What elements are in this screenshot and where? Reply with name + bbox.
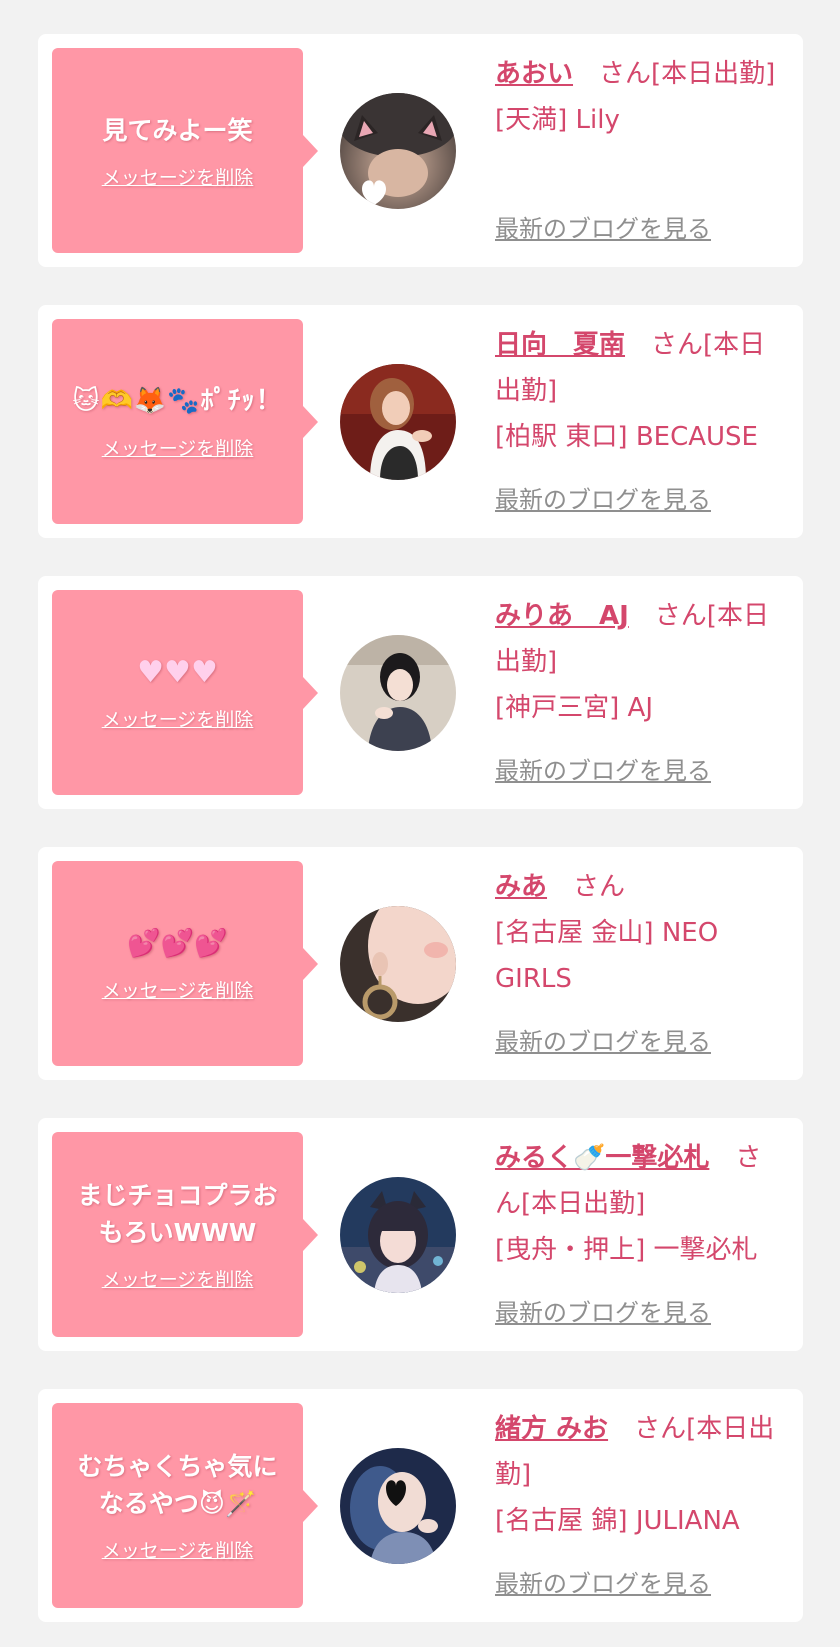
delete-message-link[interactable]: メッセージを削除 — [102, 976, 254, 1003]
latest-blog-link[interactable]: 最新のブログを見る — [495, 1293, 711, 1328]
message-bubble: まじチョコプラおもろいWWW メッセージを削除 — [52, 1132, 318, 1337]
girl-name-link[interactable]: 日向 夏南 — [495, 330, 625, 360]
shop-name: [名古屋 錦] JULIANA — [495, 1506, 740, 1536]
message-bubble: 💕💕💕 メッセージを削除 — [52, 861, 318, 1066]
message-text: 見てみよー笑 — [102, 115, 253, 145]
girl-info: みるく🍼一撃必札 さん[本日出勤] [曳舟・押上] 一撃必札 — [495, 1135, 785, 1273]
girl-name-link[interactable]: みあ — [495, 872, 547, 902]
girl-info: みあ さん [名古屋 金山] NEO GIRLS — [495, 864, 785, 1002]
girl-name-link[interactable]: みるく🍼一撃必札 — [495, 1143, 709, 1173]
message-card: ♥♥♥ メッセージを削除 みりあ AJ さん[本日出勤] [神戸三宮] AJ 最… — [38, 576, 803, 809]
message-text: むちゃくちゃ気になるやつ😈🪄 — [77, 1452, 278, 1518]
girl-info: 緒方 みお さん[本日出勤] [名古屋 錦] JULIANA — [495, 1406, 785, 1544]
latest-blog-link[interactable]: 最新のブログを見る — [495, 209, 711, 244]
shop-name: [曳舟・押上] 一撃必札 — [495, 1235, 758, 1265]
delete-message-link[interactable]: メッセージを削除 — [102, 1265, 254, 1292]
avatar[interactable] — [340, 906, 456, 1022]
delete-message-link[interactable]: メッセージを削除 — [102, 705, 254, 732]
message-card: まじチョコプラおもろいWWW メッセージを削除 みるく� — [38, 1118, 803, 1351]
message-bubble: むちゃくちゃ気になるやつ😈🪄 メッセージを削除 — [52, 1403, 318, 1608]
girl-info: 日向 夏南 さん[本日出勤] [柏駅 東口] BECAUSE — [495, 322, 785, 460]
message-bubble: 🐱🫶🦊🐾ﾎﾟﾁｯ！ メッセージを削除 — [52, 319, 318, 524]
delete-message-link[interactable]: メッセージを削除 — [102, 1536, 254, 1563]
shop-name: [柏駅 東口] BECAUSE — [495, 422, 758, 452]
latest-blog-link[interactable]: 最新のブログを見る — [495, 751, 711, 786]
message-card: むちゃくちゃ気になるやつ😈🪄 メッセージを削除 緒方 みお さん[本日出勤] [… — [38, 1389, 803, 1622]
shop-name: [神戸三宮] AJ — [495, 693, 654, 723]
shop-name: [名古屋 金山] NEO GIRLS — [495, 918, 719, 994]
message-bubble: 見てみよー笑 メッセージを削除 — [52, 48, 318, 253]
avatar[interactable] — [340, 635, 456, 751]
latest-blog-link[interactable]: 最新のブログを見る — [495, 1564, 711, 1599]
message-bubble: ♥♥♥ メッセージを削除 — [52, 590, 318, 795]
avatar[interactable] — [340, 1177, 456, 1293]
shop-name: [天満] Lily — [495, 105, 620, 135]
avatar[interactable] — [340, 1448, 456, 1564]
delete-message-link[interactable]: メッセージを削除 — [102, 163, 254, 190]
message-text: 💕💕💕 — [127, 927, 228, 959]
message-list: 見てみよー笑 メッセージを削除 あおい さん[本日出勤] [天満] Lily 最… — [38, 34, 803, 1647]
message-text: まじチョコプラおもろいWWW — [77, 1181, 278, 1247]
message-card: 💕💕💕 メッセージを削除 みあ さん [名古屋 金山] NEO GIRLS 最新… — [38, 847, 803, 1080]
message-text: 🐱🫶🦊🐾ﾎﾟﾁｯ！ — [72, 385, 283, 416]
latest-blog-link[interactable]: 最新のブログを見る — [495, 1022, 711, 1057]
avatar[interactable] — [340, 364, 456, 480]
delete-message-link[interactable]: メッセージを削除 — [102, 434, 254, 461]
girl-info: あおい さん[本日出勤] [天満] Lily — [495, 51, 785, 143]
page: 見てみよー笑 メッセージを削除 あおい さん[本日出勤] [天満] Lily 最… — [0, 0, 840, 1647]
avatar[interactable] — [340, 93, 456, 209]
girl-name-link[interactable]: みりあ AJ — [495, 601, 629, 631]
message-card: 見てみよー笑 メッセージを削除 あおい さん[本日出勤] [天満] Lily 最… — [38, 34, 803, 267]
girl-name-link[interactable]: 緒方 みお — [495, 1414, 608, 1444]
girl-name-link[interactable]: あおい — [495, 59, 573, 89]
girl-status: さん[本日出勤] — [573, 59, 776, 89]
message-card: 🐱🫶🦊🐾ﾎﾟﾁｯ！ メッセージを削除 日向 夏南 さん[本日出勤] [柏駅 東口… — [38, 305, 803, 538]
girl-status: さん — [547, 872, 626, 902]
latest-blog-link[interactable]: 最新のブログを見る — [495, 480, 711, 515]
message-text: ♥♥♥ — [137, 654, 218, 690]
girl-info: みりあ AJ さん[本日出勤] [神戸三宮] AJ — [495, 593, 785, 731]
